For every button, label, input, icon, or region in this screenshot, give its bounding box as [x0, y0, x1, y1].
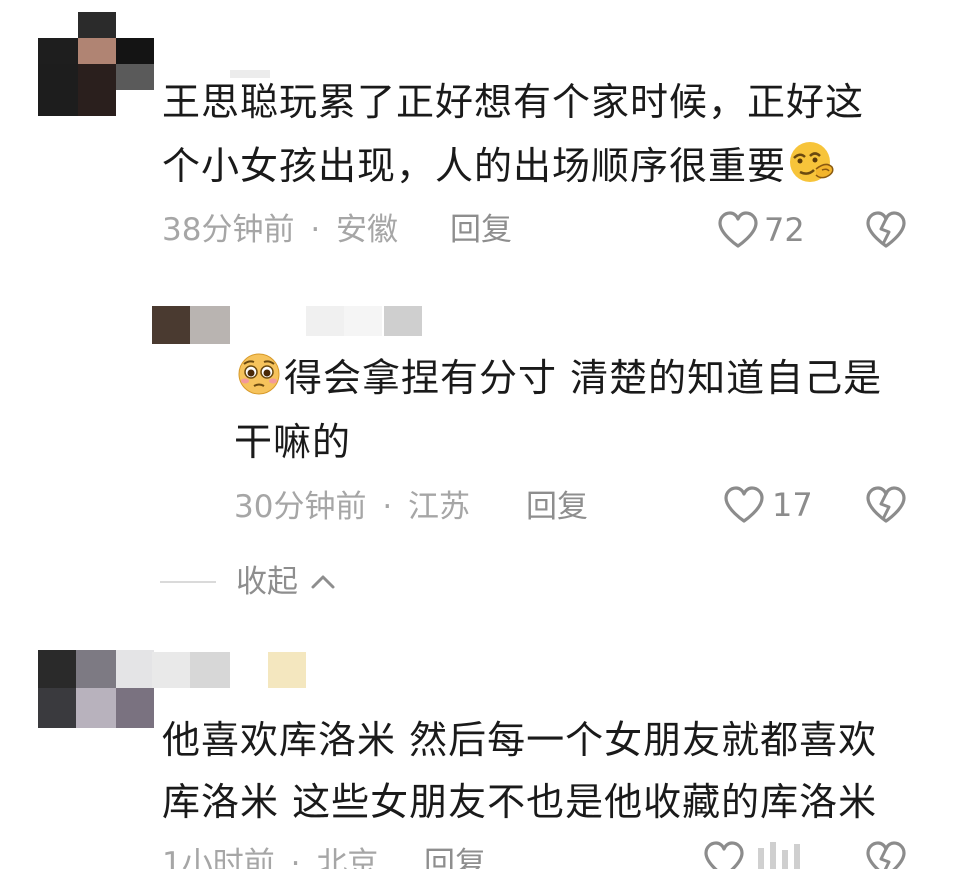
- heart-icon[interactable]: [722, 485, 766, 525]
- reply-text-line: 得会拿捏有分寸 清楚的知道自己是: [234, 346, 882, 410]
- comment-text-line: 库洛米 这些女朋友不也是他收藏的库洛米: [162, 780, 878, 824]
- heart-icon[interactable]: [716, 210, 760, 250]
- smirk-emoji: [790, 142, 834, 182]
- comment-text-line: 个小女孩出现，人的出场顺序很重要: [162, 134, 838, 198]
- comment-time: 1小时前: [162, 846, 275, 869]
- reply-button[interactable]: 回复: [450, 210, 512, 250]
- like-count: 17: [772, 486, 813, 524]
- reply-username-blurred[interactable]: [306, 306, 422, 336]
- comment-location: 北京: [316, 846, 379, 869]
- reply-text: 得会拿捏有分寸 清楚的知道自己是: [284, 356, 883, 400]
- broken-heart-icon[interactable]: [864, 840, 908, 869]
- broken-heart-icon[interactable]: [864, 485, 908, 525]
- avatar[interactable]: [38, 12, 154, 116]
- comment-text-line: 个小女孩出现，人的出场顺序很重要: [162, 144, 787, 188]
- pleading-emoji: [238, 353, 280, 395]
- reply-meta: 30分钟前 · 江苏: [234, 487, 470, 527]
- collapse-divider-line: [160, 581, 216, 583]
- reply-avatar[interactable]: [152, 306, 230, 344]
- meta-separator: ·: [382, 489, 393, 525]
- comment-page: 王思聪玩累了正好想有个家时候，正好这 个小女孩出现，人的出场顺序很重要 38分钟…: [0, 0, 960, 869]
- comment-time: 38分钟前: [162, 212, 295, 248]
- username-blurred[interactable]: [152, 652, 306, 688]
- broken-heart-icon[interactable]: [864, 210, 908, 250]
- comment-text-line: 他喜欢库洛米 然后每一个女朋友就都喜欢: [162, 718, 878, 762]
- chevron-up-icon: [311, 575, 335, 589]
- collapse-label: 收起: [236, 564, 298, 600]
- reply-text-line: 干嘛的: [234, 420, 352, 464]
- reply-button[interactable]: 回复: [526, 487, 588, 527]
- comment-text-line: 王思聪玩累了正好想有个家时候，正好这: [162, 80, 865, 124]
- watermark-logo: [748, 838, 848, 869]
- heart-icon[interactable]: [702, 840, 746, 869]
- meta-separator: ·: [290, 846, 301, 869]
- comment-location: 安徽: [336, 212, 399, 248]
- reply-button[interactable]: 回复: [424, 844, 486, 869]
- reply-location: 江苏: [408, 489, 471, 525]
- avatar[interactable]: [38, 650, 154, 728]
- reply-time: 30分钟前: [234, 489, 367, 525]
- like-count: 72: [764, 211, 805, 249]
- comment-meta: 38分钟前 · 安徽: [162, 210, 398, 250]
- collapse-replies-button[interactable]: 收起: [160, 562, 350, 602]
- meta-separator: ·: [310, 212, 321, 248]
- comment-meta: 1小时前 · 北京: [162, 844, 378, 869]
